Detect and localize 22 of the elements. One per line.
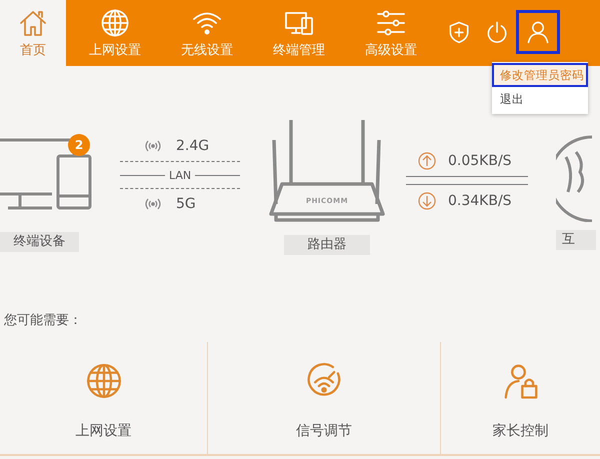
menu-item[interactable]: 退出 bbox=[492, 87, 588, 111]
user-icon bbox=[525, 19, 551, 45]
wireless-signal-icon bbox=[144, 197, 162, 211]
wireless-signal-icon bbox=[144, 139, 162, 153]
user-lock-icon bbox=[502, 362, 540, 400]
device-label[interactable]: 终端设备 bbox=[0, 232, 79, 252]
band-label: 5G bbox=[176, 196, 197, 212]
lan-label: LAN bbox=[168, 168, 192, 182]
count-badge: 2 bbox=[68, 134, 90, 156]
shortcut-card[interactable]: 家长控制 bbox=[440, 342, 600, 454]
shortcut-card[interactable]: 上网设置 bbox=[0, 342, 207, 454]
speed-value: 0.05KB/S bbox=[448, 153, 512, 169]
shortcut-card[interactable]: 信号调节 bbox=[207, 342, 440, 454]
speed-value: 0.34KB/S bbox=[448, 193, 512, 209]
toolbar-button[interactable] bbox=[516, 10, 560, 54]
band-label: 2.4G bbox=[176, 138, 210, 154]
section-title: 您可能需要： bbox=[4, 312, 83, 330]
globe-icon bbox=[84, 362, 122, 400]
globe-icon bbox=[100, 8, 130, 38]
router-label[interactable]: 路由器 bbox=[284, 235, 370, 255]
sliders-icon bbox=[376, 8, 406, 38]
internet-label[interactable]: 互 bbox=[556, 230, 596, 250]
